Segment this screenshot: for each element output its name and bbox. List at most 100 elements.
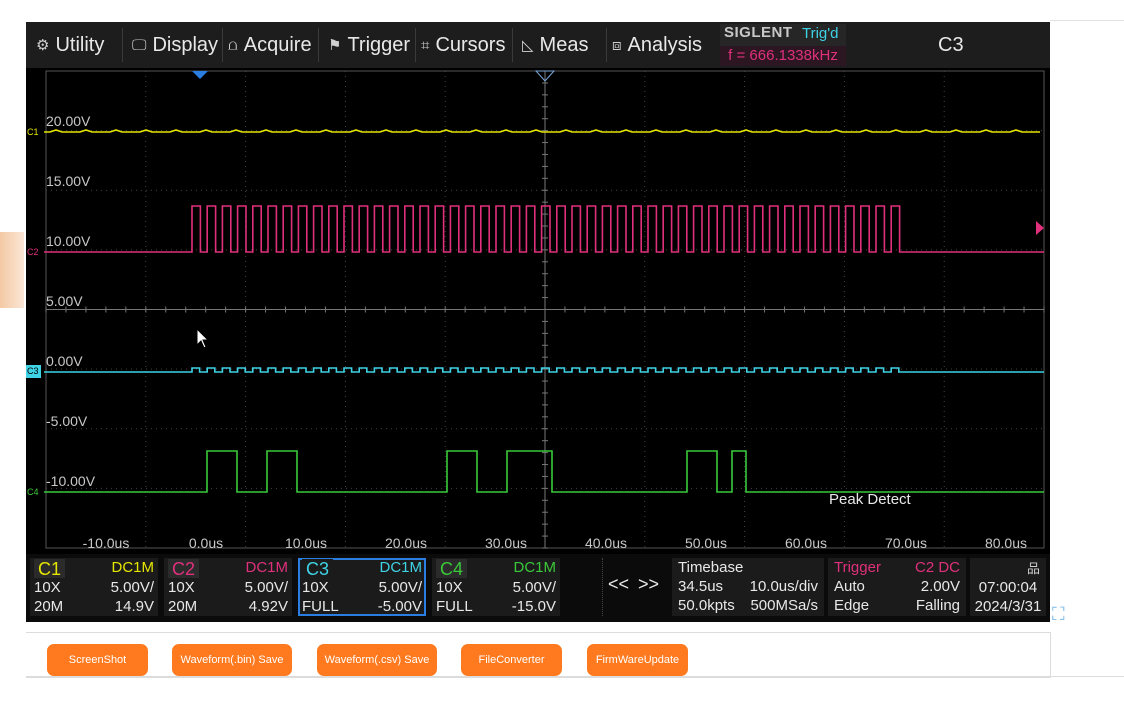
channel-coupling: DC1M xyxy=(111,559,154,576)
channel-marker[interactable]: C4 xyxy=(27,487,39,497)
timebase-scale: 10.0us/div xyxy=(749,578,818,595)
menu-utility[interactable]: ⚙ Utility xyxy=(36,22,104,68)
menu-display[interactable]: 🖵 Display xyxy=(132,22,218,68)
menu-label: Utility xyxy=(55,33,105,56)
axis-labels: 20.00V 15.00V 10.00V 5.00V 0.00V -5.00V -10.00… xyxy=(46,113,1027,551)
channel-panel-c3[interactable]: C3 DC1M 10X 5.00V/FULL -5.00V xyxy=(298,558,426,616)
waveform-csv-save-button[interactable]: Waveform(.csv) Save xyxy=(317,644,437,676)
memory-depth: 50.0kpts xyxy=(678,597,735,614)
channel-offset: -5.00V xyxy=(377,598,422,615)
time-label: 30.0us xyxy=(485,535,527,551)
trigger-level-marker[interactable] xyxy=(1036,221,1044,235)
channel-bandwidth: 20M xyxy=(168,598,198,615)
voltage-label: 20.00V xyxy=(46,113,91,129)
menu-separator xyxy=(606,28,607,62)
time-label: 80.0us xyxy=(985,535,1027,551)
channel-scale: 5.00V/ xyxy=(244,579,288,596)
time-label: -10.0us xyxy=(83,535,130,551)
time-label: 50.0us xyxy=(685,535,727,551)
channel-panel-c2[interactable]: C2 DC1M 10X 5.00V/20M 4.92V xyxy=(164,558,292,616)
channel-name: C3 xyxy=(302,559,334,579)
prev-page-button[interactable]: << xyxy=(608,574,629,595)
gear-icon: ⚙ xyxy=(36,37,50,54)
timebase-title: Timebase xyxy=(678,559,744,576)
status-panel: SIGLENT Trig'd f = 666.1338kHz xyxy=(720,24,846,66)
acquire-mode-label: Peak Detect xyxy=(829,491,912,508)
channel-scale: 5.00V/ xyxy=(512,579,556,596)
display-markers: C1 C2 C3 C4 xyxy=(26,70,1044,497)
measure-icon: ◺ xyxy=(522,37,534,54)
voltage-label: -5.00V xyxy=(46,413,88,429)
fullscreen-icon[interactable]: ⛶ xyxy=(1052,604,1065,625)
channel-probe: 10X xyxy=(168,579,195,596)
menu-label: Meas xyxy=(539,33,589,56)
menu-bar: ⚙ Utility 🖵 Display ⩍ Acquire ⚑ Trigger … xyxy=(26,22,1050,68)
time-label: 20.0us xyxy=(385,535,427,551)
trigger-mode: Auto xyxy=(834,578,865,595)
channel-marker[interactable]: C3 xyxy=(27,366,39,376)
trigger-level: 2.00V xyxy=(920,578,960,595)
analysis-icon: ⧈ xyxy=(612,36,622,54)
channel-bandwidth: FULL xyxy=(436,598,473,615)
page-divider xyxy=(1050,20,1124,21)
channel-offset: 4.92V xyxy=(248,598,288,615)
menu-analysis[interactable]: ⧈ Analysis xyxy=(612,22,702,68)
frequency-counter: f = 666.1338kHz xyxy=(720,46,846,66)
timebase-delay: 34.5us xyxy=(678,578,724,595)
channel-scale: 5.00V/ xyxy=(110,579,154,596)
channel-offset: 14.9V xyxy=(114,598,154,615)
channel-name: C1 xyxy=(34,559,66,579)
trigger-type: Edge xyxy=(834,597,870,614)
channel-name: C2 xyxy=(168,559,200,579)
crosshair-icon: ⌗ xyxy=(421,36,430,54)
menu-label: Display xyxy=(152,33,219,56)
voltage-label: 5.00V xyxy=(46,293,83,309)
menu-separator xyxy=(415,28,416,62)
trigger-panel[interactable]: Trigger C2 DC Auto 2.00V Edge Falling xyxy=(828,558,966,616)
firmware-update-button[interactable]: FirmWareUpdate xyxy=(587,644,688,676)
channel-coupling: DC1M xyxy=(245,559,288,576)
channel-scale: 5.00V/ xyxy=(378,579,422,596)
channel-bandwidth: 20M xyxy=(34,598,64,615)
screenshot-button[interactable]: ScreenShot xyxy=(47,644,148,676)
acquire-icon: ⩍ xyxy=(228,36,238,54)
graticule xyxy=(45,70,1045,549)
waveform-traces xyxy=(44,129,1044,493)
menu-separator xyxy=(318,28,319,62)
clock-time: 07:00:04 xyxy=(978,579,1038,596)
flag-icon: ⚑ xyxy=(328,37,342,54)
empty-slot xyxy=(564,558,603,616)
menu-separator xyxy=(122,28,123,62)
timebase-panel[interactable]: Timebase 34.5us 10.0us/div 50.0kpts 500M… xyxy=(672,558,824,616)
clock-date: 2024/3/31 xyxy=(974,598,1042,615)
channel-panel-c1[interactable]: C1 DC1M 10X 5.00V/20M 14.9V xyxy=(30,558,158,616)
voltage-label: 0.00V xyxy=(46,353,83,369)
datetime-panel: 品 07:00:04 2024/3/31 xyxy=(970,558,1046,616)
trigger-position-marker[interactable] xyxy=(192,71,208,79)
waveform-c4 xyxy=(44,450,1044,493)
menu-label: Trigger xyxy=(347,33,411,56)
menu-trigger[interactable]: ⚑ Trigger xyxy=(328,22,410,68)
time-label: 70.0us xyxy=(885,535,927,551)
channel-marker[interactable]: C2 xyxy=(27,247,39,257)
waveform-bin-save-button[interactable]: Waveform(.bin) Save xyxy=(172,644,292,676)
side-tab[interactable] xyxy=(0,232,24,308)
selected-channel[interactable]: C3 xyxy=(938,34,964,57)
voltage-label: 15.00V xyxy=(46,173,91,189)
voltage-label: 10.00V xyxy=(46,233,91,249)
next-page-button[interactable]: >> xyxy=(638,574,659,595)
channel-marker[interactable]: C1 xyxy=(27,127,39,137)
channel-probe: 10X xyxy=(34,579,61,596)
menu-separator xyxy=(512,28,513,62)
menu-acquire[interactable]: ⩍ Acquire xyxy=(228,22,312,68)
file-converter-button[interactable]: FileConverter xyxy=(461,644,562,676)
waveform-c3 xyxy=(44,367,1044,373)
channel-coupling: DC1M xyxy=(513,559,556,576)
trigger-source: C2 DC xyxy=(914,559,960,576)
waveform-display[interactable]: 20.00V 15.00V 10.00V 5.00V 0.00V -5.00V -10.00… xyxy=(26,68,1050,554)
channel-panel-c4[interactable]: C4 DC1M 10X 5.00V/FULL -15.0V xyxy=(432,558,560,616)
menu-meas[interactable]: ◺ Meas xyxy=(522,22,588,68)
panel-divider xyxy=(26,676,1124,677)
time-label: 0.0us xyxy=(189,535,223,551)
menu-cursors[interactable]: ⌗ Cursors xyxy=(421,22,505,68)
